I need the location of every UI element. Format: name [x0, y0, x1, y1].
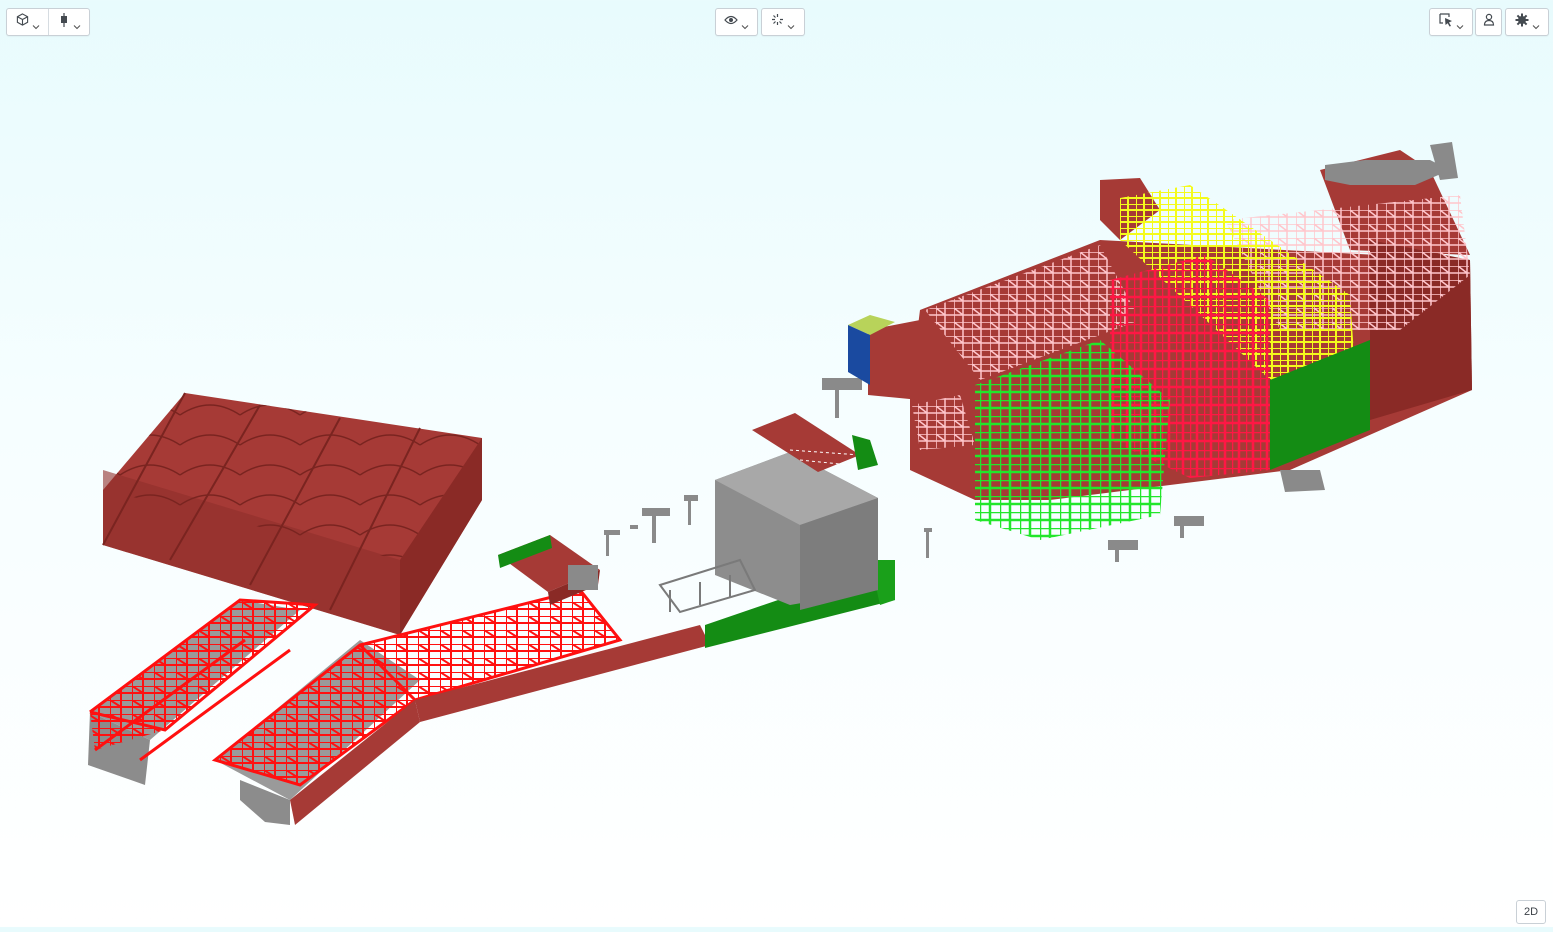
eye-visibility-icon	[724, 13, 738, 31]
model-viewport[interactable]	[0, 0, 1553, 927]
main-plant-building	[848, 142, 1472, 540]
toolbar-person	[1475, 8, 1502, 36]
chevron-down-icon	[1532, 18, 1540, 30]
section-tool-button[interactable]	[48, 9, 89, 35]
person-view-icon	[1483, 13, 1495, 31]
toolbar-select	[1429, 8, 1473, 36]
toolbar-left	[6, 8, 90, 36]
toolbar-settings	[1505, 8, 1549, 36]
person-view-button[interactable]	[1476, 9, 1501, 35]
toolbar-visibility	[715, 8, 758, 36]
toolbar-explode	[761, 8, 805, 36]
select-mode-button[interactable]	[1430, 9, 1472, 35]
chevron-down-icon	[73, 18, 81, 30]
chevron-down-icon	[741, 18, 749, 30]
chevron-down-icon	[787, 18, 795, 30]
warehouse-building	[102, 392, 482, 635]
chevron-down-icon	[32, 18, 40, 30]
chevron-down-icon	[1456, 18, 1464, 30]
settings-gear-icon	[1515, 13, 1529, 32]
view-cube-button[interactable]	[7, 9, 48, 35]
settings-button[interactable]	[1506, 9, 1548, 35]
explode-button[interactable]	[762, 9, 804, 35]
explode-icon	[771, 13, 784, 31]
section-plane-icon	[58, 12, 70, 32]
bim-model-canvas[interactable]	[0, 0, 1553, 927]
select-cursor-icon	[1438, 12, 1453, 32]
cube-view-icon	[16, 13, 29, 31]
view-2d-toggle-button[interactable]: 2D	[1516, 900, 1546, 924]
grey-block-building	[658, 452, 878, 614]
visibility-button[interactable]	[716, 9, 757, 35]
